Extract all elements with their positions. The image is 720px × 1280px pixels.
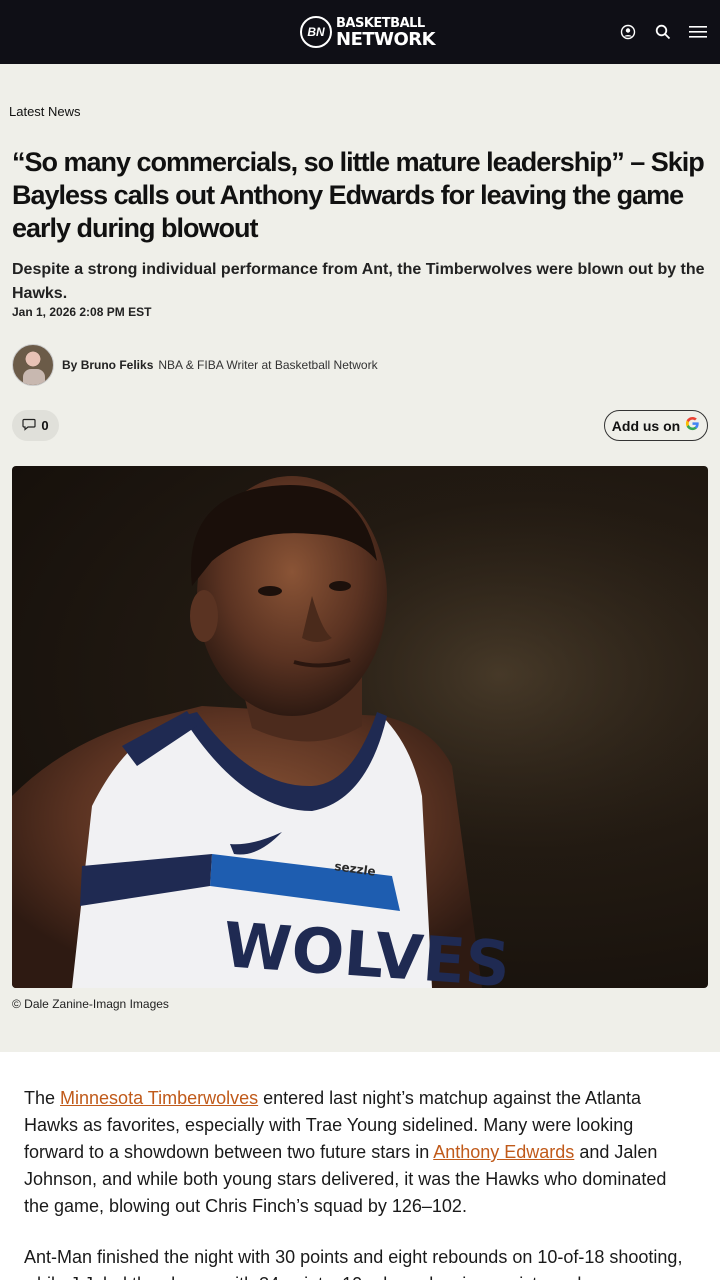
author-by-prefix: By xyxy=(62,358,78,372)
article-hero-image: sezzle WOLVES xyxy=(12,466,708,988)
author-role: NBA & FIBA Writer at Basketball Network xyxy=(158,358,378,372)
comments-count: 0 xyxy=(41,418,49,433)
article-paragraph-2: Ant-Man finished the night with 30 point… xyxy=(24,1247,683,1280)
author-name-line[interactable]: By Bruno Feliks xyxy=(62,358,153,372)
google-icon xyxy=(685,416,700,435)
paragraph-text: The xyxy=(24,1088,61,1108)
logo-mark: BN xyxy=(300,16,332,48)
user-icon[interactable] xyxy=(618,22,638,42)
add-us-label: Add us on xyxy=(611,417,681,434)
site-logo[interactable]: BN BASKETBALL NETWORK xyxy=(300,14,436,50)
article-headline: “So many commercials, so little mature l… xyxy=(12,147,705,243)
section-label[interactable]: Latest News xyxy=(9,104,81,119)
player-photo-illustration: sezzle WOLVES xyxy=(12,466,708,988)
link-anthony-edwards[interactable]: Anthony Edwards xyxy=(433,1142,574,1162)
comments-button[interactable]: 0 xyxy=(12,410,59,441)
publish-date: Jan 1, 2026 2:08 PM EST xyxy=(12,305,152,319)
logo-line2: NETWORK xyxy=(336,29,436,50)
author-byline: By Bruno Feliks NBA & FIBA Writer at Bas… xyxy=(12,344,378,386)
comment-icon xyxy=(22,418,36,434)
menu-icon[interactable] xyxy=(688,22,708,42)
image-credit: © Dale Zanine-Imagn Images xyxy=(12,997,169,1011)
search-icon[interactable] xyxy=(653,22,673,42)
link-minnesota-timberwolves[interactable]: Minnesota Timberwolves xyxy=(60,1088,258,1108)
article-subhead: Despite a strong individual performance … xyxy=(12,261,705,302)
add-us-on-google-button[interactable]: Add us on xyxy=(604,410,708,441)
logo-wordmark: BASKETBALL NETWORK xyxy=(336,16,436,50)
article-paragraph-1: The Minnesota Timberwolves entered last … xyxy=(24,1085,696,1220)
article-body: The Minnesota Timberwolves entered last … xyxy=(0,1052,720,1280)
author-name: Bruno Feliks xyxy=(80,358,154,372)
site-header: BN BASKETBALL NETWORK xyxy=(0,0,720,64)
author-avatar[interactable] xyxy=(12,344,54,386)
